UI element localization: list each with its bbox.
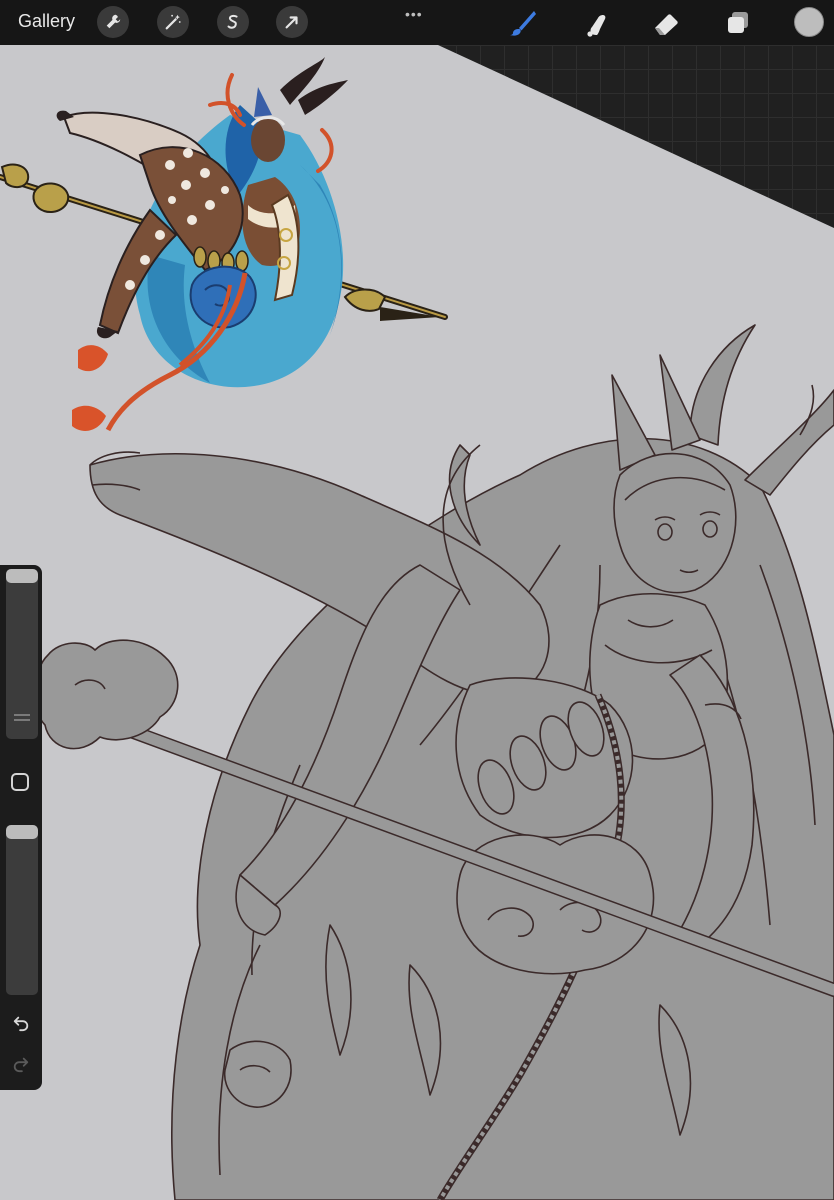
redo-button[interactable]: [10, 1053, 32, 1075]
brush-size-slider[interactable]: [6, 569, 38, 739]
smudge-icon: [587, 15, 606, 37]
smudge-tool-button[interactable]: [580, 8, 610, 38]
undo-icon: [13, 1016, 29, 1032]
top-toolbar: Gallery •••: [0, 0, 834, 45]
redo-icon: [13, 1057, 29, 1073]
undo-button[interactable]: [10, 1012, 32, 1034]
left-sidebar: [0, 565, 42, 1090]
transform-button[interactable]: [276, 6, 308, 38]
brush-opacity-thumb[interactable]: [6, 825, 38, 839]
more-options-button[interactable]: •••: [405, 6, 423, 22]
brush-tool-button[interactable]: [508, 8, 538, 38]
adjustments-button[interactable]: [157, 6, 189, 38]
selection-button[interactable]: [217, 6, 249, 38]
layers-icon: [728, 12, 748, 33]
gallery-button[interactable]: Gallery: [18, 11, 75, 32]
actions-button[interactable]: [97, 6, 129, 38]
eraser-tool-button[interactable]: [651, 8, 681, 38]
transform-arrow-icon: [285, 16, 298, 29]
brush-opacity-slider[interactable]: [6, 825, 38, 995]
magic-wand-icon: [165, 14, 181, 30]
drawing-canvas[interactable]: [0, 45, 834, 1200]
brush-size-thumb[interactable]: [6, 569, 38, 583]
color-picker-button[interactable]: [794, 7, 824, 37]
brush-icon: [510, 11, 536, 36]
layers-button[interactable]: [723, 8, 753, 38]
eraser-icon: [655, 14, 678, 35]
modify-button[interactable]: [11, 773, 29, 791]
selection-icon: [227, 14, 238, 29]
wrench-icon: [106, 14, 121, 29]
artwork: [0, 45, 834, 1200]
slider-grip: [14, 711, 30, 724]
